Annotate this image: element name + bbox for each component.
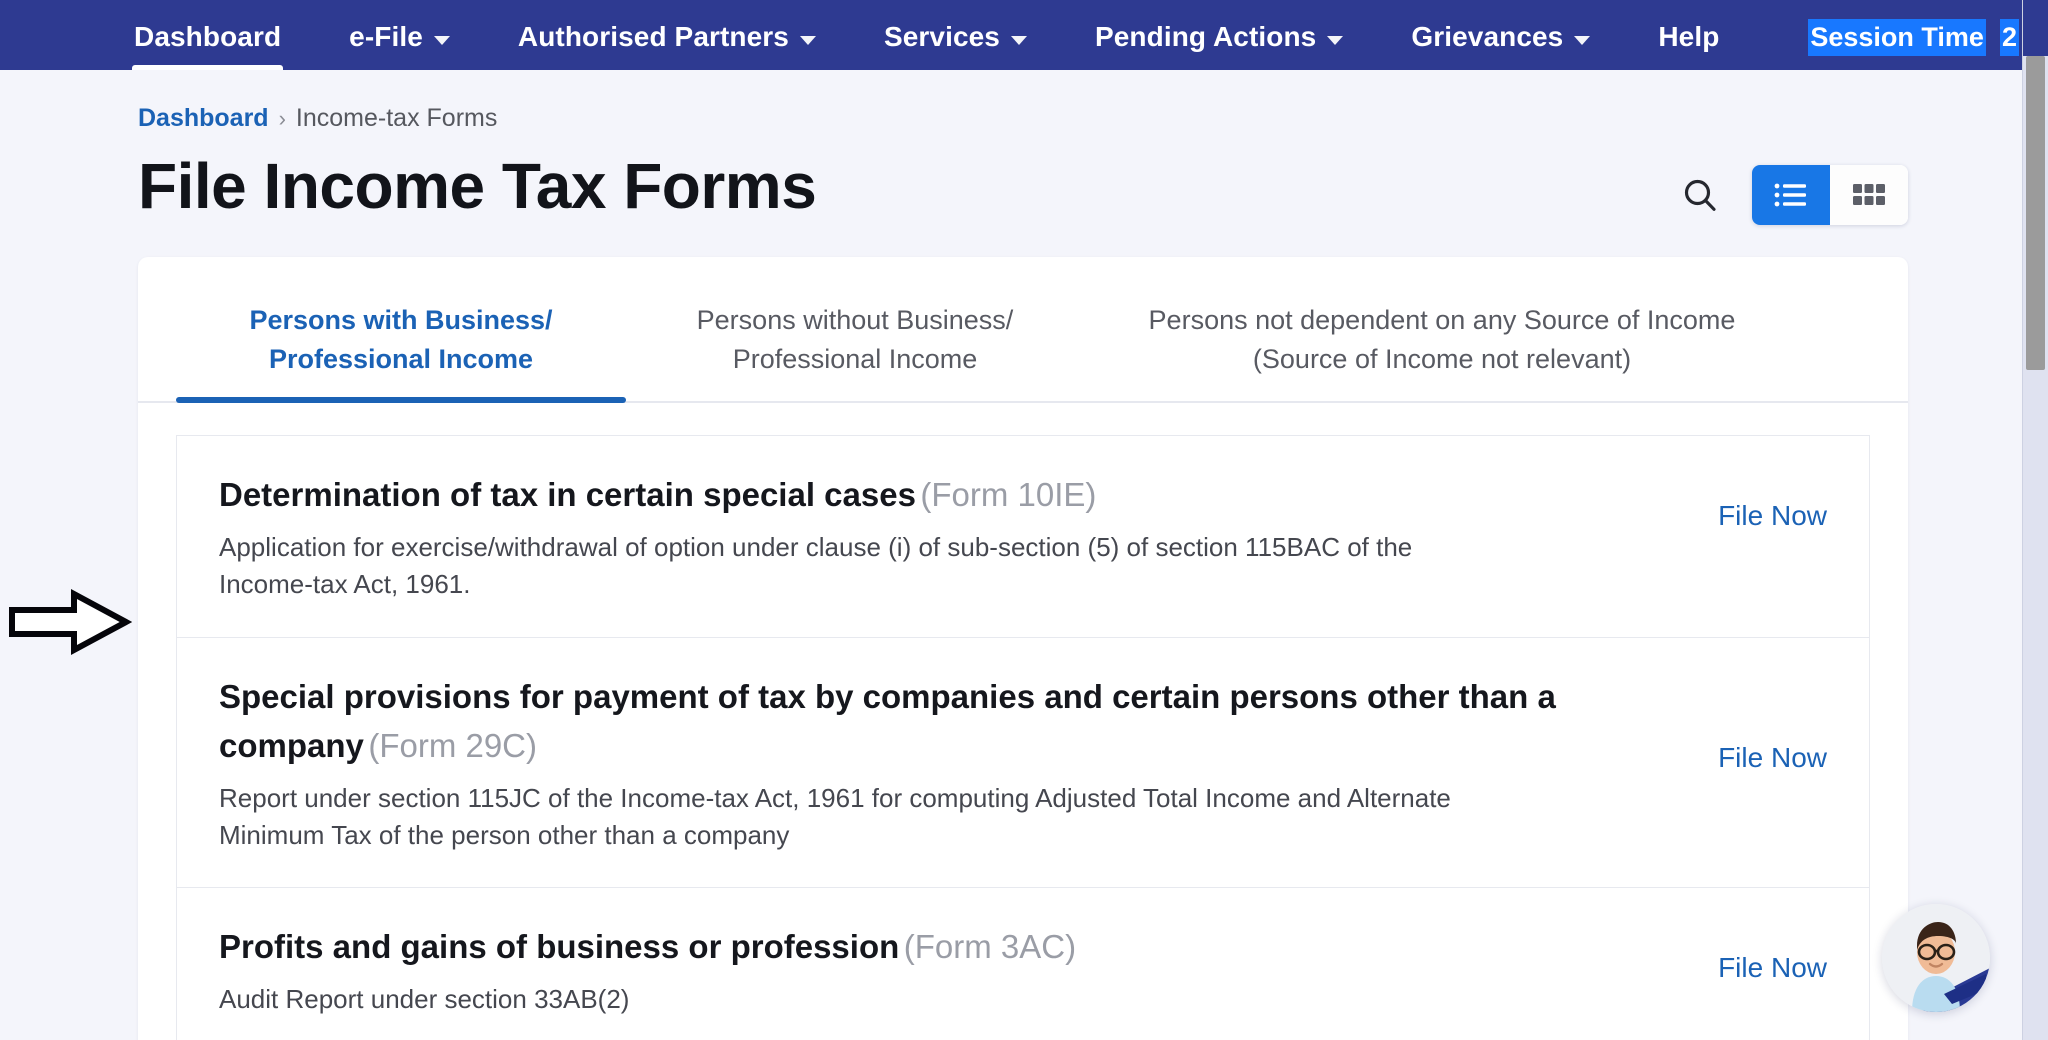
form-heading: Profits and gains of business or profess… (219, 922, 1589, 972)
scrollbar-thumb[interactable] (2026, 56, 2045, 370)
form-heading: Determination of tax in certain special … (219, 470, 1589, 520)
page-title: File Income Tax Forms (138, 150, 817, 223)
search-icon[interactable] (1678, 173, 1722, 217)
form-details: Profits and gains of business or profess… (219, 922, 1629, 1017)
nav-item-grievances[interactable]: Grievances (1409, 0, 1592, 70)
breadcrumb: Dashboard › Income-tax Forms (0, 70, 2048, 133)
view-toggle-group (1752, 165, 1908, 225)
nav-label-grievances: Grievances (1411, 21, 1564, 52)
form-code: (Form 29C) (368, 727, 538, 765)
form-list-item[interactable]: Special provisions for payment of tax by… (176, 636, 1870, 888)
page-body: Dashboard › Income-tax Forms File Income… (0, 70, 2048, 1040)
chevron-down-icon (1574, 35, 1591, 45)
form-description: Audit Report under section 33AB(2) (219, 983, 630, 1014)
tab-persons-without-business-income[interactable]: Persons without Business/ Professional I… (626, 257, 1084, 401)
breadcrumb-current: Income-tax Forms (295, 104, 498, 132)
forms-tab-bar: Persons with Business/ Professional Inco… (138, 257, 1908, 404)
form-description: Application for exercise/withdrawal of o… (219, 531, 1413, 599)
forms-card: Persons with Business/ Professional Inco… (138, 257, 1908, 1040)
nav-label-services: Services (883, 21, 1000, 52)
chevron-down-icon (1327, 35, 1344, 45)
form-title: Profits and gains of business or profess… (219, 928, 900, 966)
nav-label-help: Help (1658, 21, 1720, 52)
nav-item-authorised-partners[interactable]: Authorised Partners (516, 0, 818, 70)
forms-list: Determination of tax in certain special … (138, 403, 1908, 1040)
session-time-digit-1: 2 (1999, 18, 2019, 56)
form-title: Determination of tax in certain special … (219, 476, 916, 514)
nav-item-e-file[interactable]: e-File (347, 0, 452, 70)
scrollbar-top-cap (2023, 0, 2048, 56)
nav-label-dashboard: Dashboard (134, 21, 282, 52)
form-list-item[interactable]: Profits and gains of business or profess… (176, 887, 1870, 1040)
nav-item-dashboard[interactable]: Dashboard (132, 0, 284, 70)
header-tools (1678, 149, 1908, 225)
form-list-item[interactable]: Determination of tax in certain special … (176, 435, 1870, 637)
session-time-label: Session Time (1808, 18, 1986, 56)
breadcrumb-separator-icon: › (278, 105, 286, 131)
form-code: (Form 3AC) (903, 928, 1077, 966)
form-heading: Special provisions for payment of tax by… (219, 672, 1589, 771)
file-now-link[interactable]: File Now (1718, 672, 1827, 774)
nav-label-pending-actions: Pending Actions (1094, 21, 1317, 52)
tab-persons-with-business-income[interactable]: Persons with Business/ Professional Inco… (176, 257, 626, 404)
form-description: Report under section 115JC of the Income… (219, 782, 1451, 850)
session-timer[interactable]: Session Time 2 9 (1808, 15, 2048, 56)
chevron-down-icon (1010, 35, 1027, 45)
page-header-row: File Income Tax Forms (0, 133, 2048, 225)
breadcrumb-dashboard-link[interactable]: Dashboard (138, 104, 269, 133)
nav-item-services[interactable]: Services (882, 0, 1029, 70)
tab-persons-not-dependent-on-source[interactable]: Persons not dependent on any Source of I… (1112, 257, 1772, 401)
session-timer-area: Session Time 2 9 (1808, 0, 2048, 70)
grid-view-icon[interactable] (1830, 165, 1908, 225)
file-now-link[interactable]: File Now (1718, 470, 1827, 532)
page-scrollbar[interactable] (2022, 0, 2048, 1040)
form-code: (Form 10IE) (920, 476, 1097, 514)
top-navbar: Dashboard e-File Authorised Partners Ser… (0, 0, 2048, 70)
right-arrow-annotation (9, 588, 132, 656)
chevron-down-icon (799, 35, 816, 45)
chevron-down-icon (433, 35, 450, 45)
nav-label-e-file: e-File (349, 21, 423, 52)
form-details: Special provisions for payment of tax by… (219, 672, 1629, 854)
form-details: Determination of tax in certain special … (219, 470, 1629, 602)
nav-item-pending-actions[interactable]: Pending Actions (1093, 0, 1345, 70)
file-now-link[interactable]: File Now (1718, 922, 1827, 984)
nav-item-help[interactable]: Help (1656, 0, 1721, 70)
nav-label-authorised-partners: Authorised Partners (517, 21, 789, 52)
list-view-icon[interactable] (1752, 165, 1830, 225)
chat-assistant-avatar[interactable] (1882, 904, 1990, 1012)
